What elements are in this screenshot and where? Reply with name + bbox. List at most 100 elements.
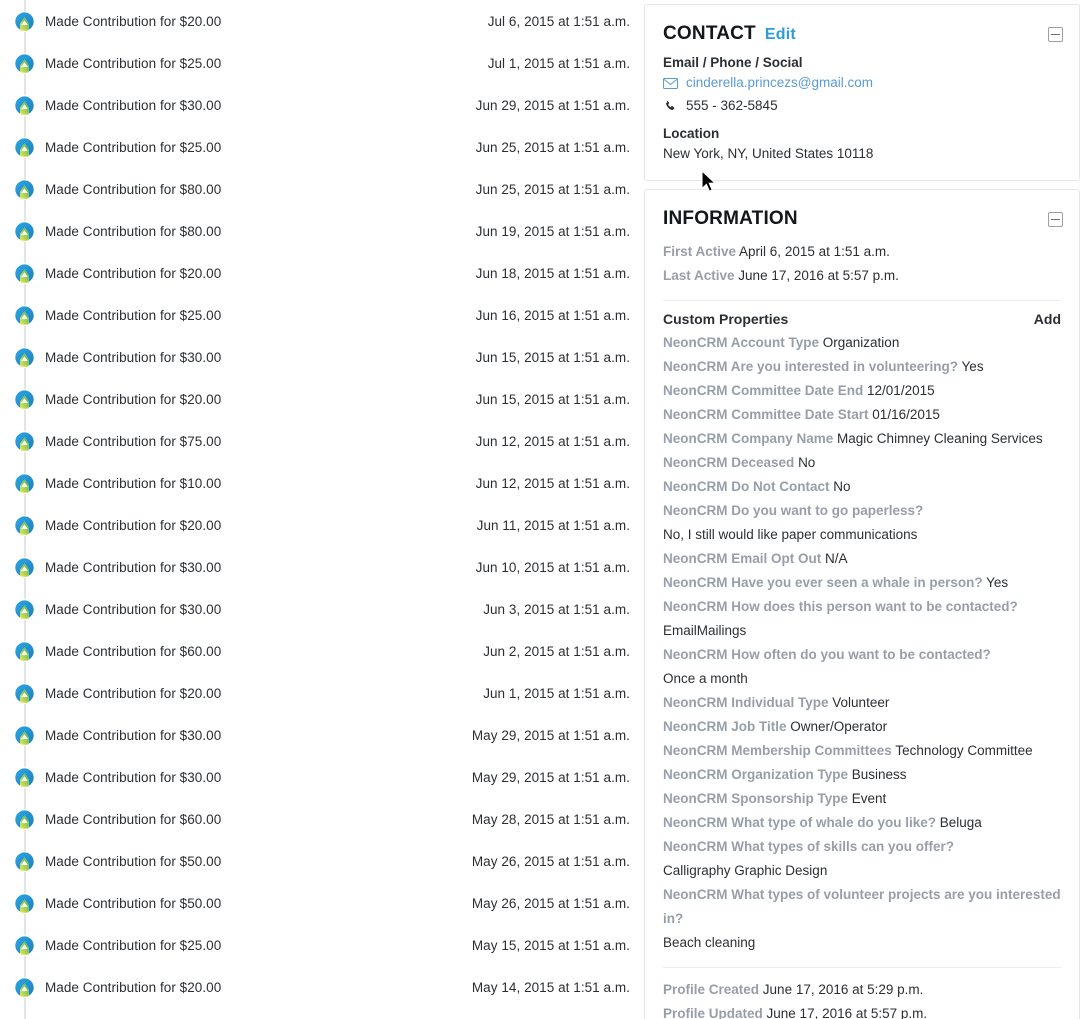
contact-email-link[interactable]: cinderella.princezs@gmail.com <box>686 73 873 93</box>
custom-property-key: NeonCRM Individual Type <box>663 695 829 710</box>
custom-property-row: NeonCRM Account Type Organization <box>663 331 1061 355</box>
timeline-item[interactable]: Made Contribution for $30.00 May 29, 2015… <box>0 714 640 756</box>
contact-edit-link[interactable]: Edit <box>765 26 796 44</box>
contact-panel: CONTACT Edit Email / Phone / Social cind… <box>644 4 1080 181</box>
custom-property-key: NeonCRM Sponsorship Type <box>663 791 849 806</box>
timeline-item[interactable]: Made Contribution for $20.00 Jul 6, 2015 … <box>0 0 640 42</box>
timeline-item-date: Jun 12, 2015 at 1:51 a.m. <box>475 475 630 491</box>
custom-property-key: NeonCRM Account Type <box>663 335 820 350</box>
add-property-button[interactable]: Add <box>1034 311 1061 327</box>
timeline-item[interactable]: Made Contribution for $20.00 Jun 1, 2015 … <box>0 672 640 714</box>
timeline-item-date: Jun 29, 2015 at 1:51 a.m. <box>475 97 630 113</box>
collapse-minus-icon[interactable] <box>1048 27 1063 42</box>
timeline-item[interactable]: Made Contribution for $30.00 Jun 29, 2015… <box>0 84 640 126</box>
neon-logo-icon <box>14 346 35 368</box>
timeline-item[interactable]: Made Contribution for $20.00 May 14, 2015… <box>0 966 640 1008</box>
timeline-item-label: Made Contribution for $10.00 <box>45 475 222 491</box>
neon-logo-icon <box>14 430 35 452</box>
timeline-item[interactable]: Made Contribution for $30.00 Jun 15, 2015… <box>0 336 640 378</box>
phone-icon <box>663 99 678 114</box>
custom-property-row: NeonCRM Are you interested in volunteeri… <box>663 355 1061 379</box>
timeline-item-date: Jun 15, 2015 at 1:51 a.m. <box>475 349 630 365</box>
timeline-item-date: May 15, 2015 at 1:51 a.m. <box>471 937 630 953</box>
timeline-item[interactable]: Made Contribution for $80.00 Jun 19, 2015… <box>0 210 640 252</box>
timeline-item-label: Made Contribution for $50.00 <box>45 895 222 911</box>
custom-property-row: NeonCRM Committee Date End 12/01/2015 <box>663 379 1061 403</box>
timeline-item-label: Made Contribution for $25.00 <box>45 139 222 155</box>
timeline-item-date: May 26, 2015 at 1:51 a.m. <box>471 895 630 911</box>
timeline-item[interactable]: Made Contribution for $80.00 Jun 25, 2015… <box>0 168 640 210</box>
custom-property-value: Once a month <box>663 671 748 686</box>
custom-property-value: Organization <box>822 335 900 350</box>
custom-property-row: NeonCRM How does this person want to be … <box>663 595 1061 643</box>
timeline-item[interactable]: Made Contribution for $60.00 Jun 2, 2015 … <box>0 630 640 672</box>
timeline-item[interactable]: Made Contribution for $60.00 May 28, 2015… <box>0 798 640 840</box>
custom-property-value: Calligraphy Graphic Design <box>663 863 828 878</box>
timeline-item[interactable]: Made Contribution for $30.00 Jun 10, 2015… <box>0 546 640 588</box>
custom-property-row: NeonCRM Individual Type Volunteer <box>663 691 1061 715</box>
timeline-item-label: Made Contribution for $30.00 <box>45 601 222 617</box>
timeline-item-label: Made Contribution for $20.00 <box>45 13 222 29</box>
timeline-item[interactable]: Made Contribution for $25.00 Jul 1, 2015 … <box>0 42 640 84</box>
neon-logo-icon <box>14 178 35 200</box>
location-value: New York, NY, United States 10118 <box>663 146 874 161</box>
timeline-item-date: May 14, 2015 at 1:51 a.m. <box>471 979 630 995</box>
neon-logo-icon <box>14 94 35 116</box>
timeline-item[interactable]: Made Contribution for $25.00 Jun 16, 2015… <box>0 294 640 336</box>
timeline-item-date: Jun 18, 2015 at 1:51 a.m. <box>475 265 630 281</box>
timeline-item[interactable]: Made Contribution for $30.00 May 29, 2015… <box>0 756 640 798</box>
timeline-item[interactable]: Made Contribution for $75.00 Jun 12, 2015… <box>0 420 640 462</box>
contact-panel-title: CONTACT <box>663 23 756 44</box>
timeline-item-date: Jun 25, 2015 at 1:51 a.m. <box>475 181 630 197</box>
timeline-item-label: Made Contribution for $80.00 <box>45 223 222 239</box>
timeline-item[interactable]: Made Contribution for $20.00 Jun 11, 2015… <box>0 504 640 546</box>
contact-phone-value[interactable]: 555 - 362-5845 <box>686 96 778 116</box>
custom-property-row: NeonCRM Have you ever seen a whale in pe… <box>663 571 1061 595</box>
last-active-row: Last Active June 17, 2016 at 5:57 p.m. <box>663 264 1061 288</box>
timeline-item[interactable]: Made Contribution for $20.00 Jun 15, 2015… <box>0 378 640 420</box>
timeline-item[interactable]: Made Contribution for $25.00 Jun 25, 2015… <box>0 126 640 168</box>
custom-property-value: 12/01/2015 <box>867 383 935 398</box>
neon-logo-icon <box>14 640 35 662</box>
location-label: Location <box>663 126 720 141</box>
first-active-value: April 6, 2015 at 1:51 a.m. <box>739 244 890 259</box>
timeline-item-label: Made Contribution for $20.00 <box>45 685 222 701</box>
profile-updated-row: Profile Updated June 17, 2016 at 5:57 p.… <box>663 1002 1061 1019</box>
timeline-item-date: Jun 1, 2015 at 1:51 a.m. <box>483 685 630 701</box>
collapse-minus-icon[interactable] <box>1048 212 1063 227</box>
timeline-item-label: Made Contribution for $25.00 <box>45 307 222 323</box>
custom-property-key: NeonCRM Have you ever seen a whale in pe… <box>663 575 983 590</box>
custom-property-row: NeonCRM Membership Committees Technology… <box>663 739 1061 763</box>
timeline-item[interactable]: Made Contribution for $25.00 May 15, 2015… <box>0 924 640 966</box>
timeline-item-label: Made Contribution for $60.00 <box>45 643 222 659</box>
neon-logo-icon <box>14 304 35 326</box>
custom-property-value: Volunteer <box>832 695 890 710</box>
neon-logo-icon <box>14 262 35 284</box>
custom-property-value: No <box>833 479 851 494</box>
timeline-item[interactable]: Made Contribution for $20.00 Jun 18, 2015… <box>0 252 640 294</box>
custom-property-value: Owner/Operator <box>790 719 888 734</box>
timeline-item[interactable]: Made Contribution for $50.00 May 26, 2015… <box>0 882 640 924</box>
timeline-item[interactable]: Made Contribution for $30.00 Jun 3, 2015 … <box>0 588 640 630</box>
custom-property-row: NeonCRM Job Title Owner/Operator <box>663 715 1061 739</box>
custom-property-key: NeonCRM Deceased <box>663 455 795 470</box>
profile-created-label: Profile Created <box>663 982 760 997</box>
custom-property-key: NeonCRM Committee Date Start <box>663 407 869 422</box>
custom-property-key: NeonCRM Email Opt Out <box>663 551 822 566</box>
timeline-item-label: Made Contribution for $30.00 <box>45 97 222 113</box>
neon-logo-icon <box>14 934 35 956</box>
timeline-item[interactable]: Made Contribution for $10.00 Jun 12, 2015… <box>0 462 640 504</box>
neon-logo-icon <box>14 52 35 74</box>
custom-property-value: Business <box>851 767 907 782</box>
neon-logo-icon <box>14 808 35 830</box>
neon-logo-icon <box>14 136 35 158</box>
timeline-item-label: Made Contribution for $25.00 <box>45 937 222 953</box>
custom-property-value: Yes <box>986 575 1009 590</box>
timeline-item-date: Jun 12, 2015 at 1:51 a.m. <box>475 433 630 449</box>
custom-property-key: NeonCRM Job Title <box>663 719 787 734</box>
timeline-item-label: Made Contribution for $20.00 <box>45 979 222 995</box>
timeline-item-label: Made Contribution for $20.00 <box>45 517 222 533</box>
custom-property-key: NeonCRM Organization Type <box>663 767 849 782</box>
timeline-item[interactable]: Made Contribution for $50.00 May 26, 2015… <box>0 840 640 882</box>
information-panel: INFORMATION First Active April 6, 2015 a… <box>644 189 1080 1019</box>
